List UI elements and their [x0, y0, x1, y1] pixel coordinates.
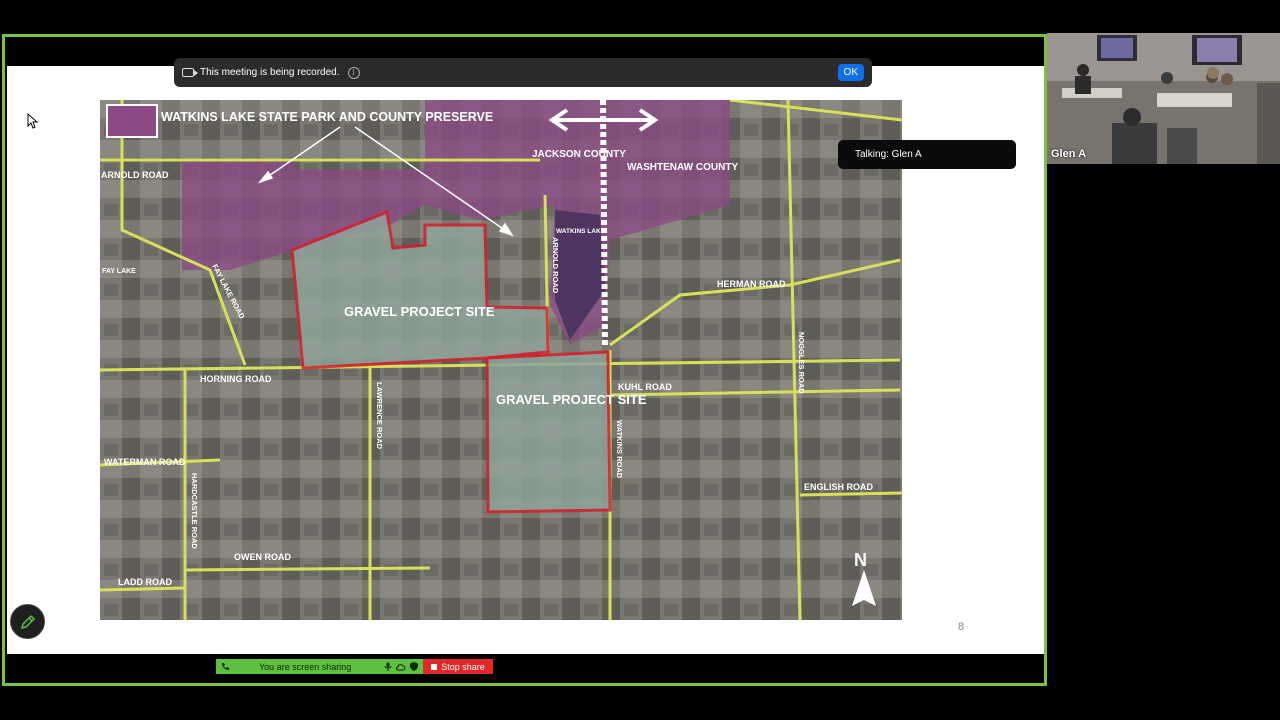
gravel-site-south: [485, 350, 612, 514]
slide-page-number: 8: [958, 621, 965, 633]
site-label-south: GRAVEL PROJECT SITE: [496, 392, 647, 407]
screen-share-bar: You are screen sharing Stop share: [216, 659, 493, 674]
road-label-english: ENGLISH ROAD: [804, 482, 874, 492]
stop-share-label: Stop share: [441, 661, 485, 672]
north-arrow-label: N: [854, 550, 867, 570]
road-label-waterman: WATERMAN ROAD: [104, 457, 186, 467]
phone-icon: [222, 663, 229, 670]
county-label-east: WASHTENAW COUNTY: [627, 162, 738, 173]
info-icon[interactable]: i: [347, 66, 360, 79]
meeting-room-video: [1047, 33, 1280, 164]
recording-ok-button[interactable]: OK: [837, 64, 864, 81]
shield-icon[interactable]: [410, 662, 418, 671]
county-label-west: JACKSON COUNTY: [532, 149, 626, 160]
video-camera-icon: [182, 68, 198, 77]
participant-name: Glen A: [1051, 148, 1087, 160]
road-label-noggles: NOGGLES ROAD: [797, 332, 806, 394]
cloud-icon[interactable]: [396, 663, 406, 671]
road-label-ladd: LADD ROAD: [118, 577, 172, 587]
lake-label: WATKINS LAKE: [556, 228, 606, 235]
road-label-owen: OWEN ROAD: [234, 552, 291, 562]
screen-share-status-text: You are screen sharing: [259, 661, 352, 672]
participant-video-tile[interactable]: Glen A: [1047, 33, 1280, 164]
site-label-north: GRAVEL PROJECT SITE: [344, 304, 495, 319]
road-label-arnold-west: ARNOLD ROAD: [101, 170, 169, 180]
road-label-watkins: WATKINS ROAD: [615, 420, 624, 479]
screen-share-status[interactable]: You are screen sharing: [216, 659, 423, 674]
road-label-herman: HERMAN ROAD: [717, 279, 786, 289]
road-label-hardcastle: HARDCASTLE ROAD: [190, 473, 199, 549]
road-label-lawrence: LAWRENCE ROAD: [375, 382, 384, 450]
legend-swatch: [106, 104, 158, 138]
annotate-button[interactable]: [10, 604, 45, 639]
road-label-kuhl: KUHL ROAD: [618, 382, 672, 392]
microphone-icon[interactable]: [384, 662, 392, 671]
gravel-site-map: WATKINS LAKE STATE PARK AND COUNTY PRESE…: [100, 100, 902, 620]
road-label-horning: HORNING ROAD: [200, 374, 272, 384]
recording-banner: This meeting is being recorded. i OK: [174, 58, 872, 87]
talking-indicator: Talking: Glen A: [838, 140, 1016, 169]
county-line: [600, 100, 608, 346]
legend-title: WATKINS LAKE STATE PARK AND COUNTY PRESE…: [161, 110, 493, 124]
recording-message: This meeting is being recorded.: [200, 67, 340, 78]
pencil-icon: [20, 614, 35, 629]
road-label-arnold-east: ARNOLD ROAD: [551, 237, 560, 294]
stop-share-button[interactable]: Stop share: [423, 659, 493, 674]
mouse-cursor-icon: [27, 113, 38, 129]
zoom-meeting-window: WATKINS LAKE STATE PARK AND COUNTY PRESE…: [0, 0, 1280, 720]
stop-icon: [431, 663, 438, 670]
road-label-fay-lake: FAY LAKE: [102, 268, 136, 275]
